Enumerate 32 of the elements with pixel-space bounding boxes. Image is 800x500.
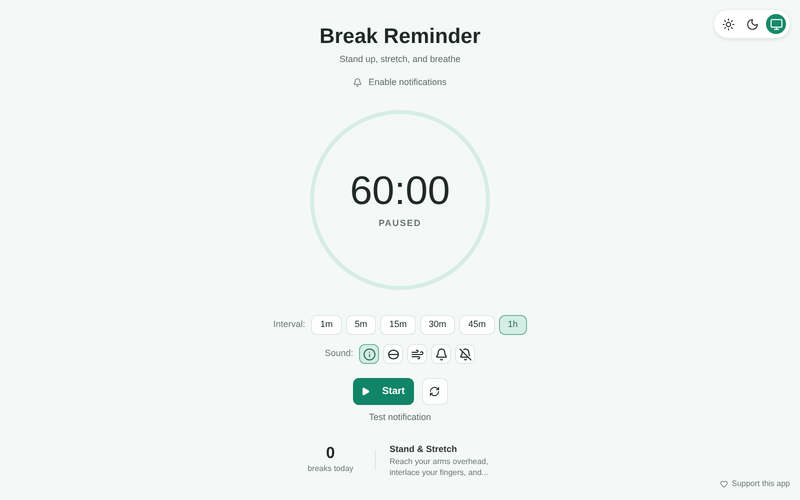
tip-text: Reach your arms overhead, interlace your fingers, and... bbox=[390, 456, 490, 478]
enable-notifications-link[interactable]: Enable notifications bbox=[353, 76, 447, 89]
app-subtitle: Stand up, stretch, and breathe bbox=[339, 53, 461, 66]
reset-button[interactable] bbox=[422, 378, 448, 405]
interval-label: Interval: bbox=[273, 318, 306, 332]
refresh-icon bbox=[429, 386, 440, 397]
interval-option[interactable]: 1m bbox=[311, 315, 342, 335]
support-link[interactable]: Support this app bbox=[720, 478, 790, 490]
moon-icon bbox=[746, 18, 758, 30]
monitor-icon bbox=[770, 18, 782, 30]
timer-display: 60:00 bbox=[350, 169, 450, 214]
interval-option[interactable]: 45m bbox=[459, 315, 495, 335]
sound-label: Sound: bbox=[324, 347, 354, 360]
tip-title: Stand & Stretch bbox=[390, 442, 458, 456]
info-icon bbox=[362, 348, 376, 360]
interval-option[interactable]: 5m bbox=[346, 315, 376, 335]
bell-icon bbox=[434, 348, 448, 360]
sun-icon bbox=[722, 18, 734, 30]
app-title: Break Reminder bbox=[319, 24, 481, 50]
interval-option[interactable]: 1h bbox=[498, 315, 527, 335]
timer-status: PAUSED bbox=[378, 217, 422, 230]
heart-icon bbox=[720, 480, 728, 488]
wind-icon bbox=[410, 348, 424, 360]
break-count: 0 bbox=[326, 445, 335, 464]
bell-off-icon bbox=[458, 348, 472, 360]
bell-icon bbox=[353, 78, 362, 87]
test-notification-link[interactable]: Test notification bbox=[368, 411, 432, 424]
break-count-label: breaks today bbox=[308, 463, 354, 476]
play-icon bbox=[361, 387, 370, 396]
interval-option[interactable]: 30m bbox=[420, 315, 456, 335]
start-button[interactable]: Start bbox=[352, 378, 414, 405]
interval-option[interactable]: 15m bbox=[380, 315, 416, 335]
